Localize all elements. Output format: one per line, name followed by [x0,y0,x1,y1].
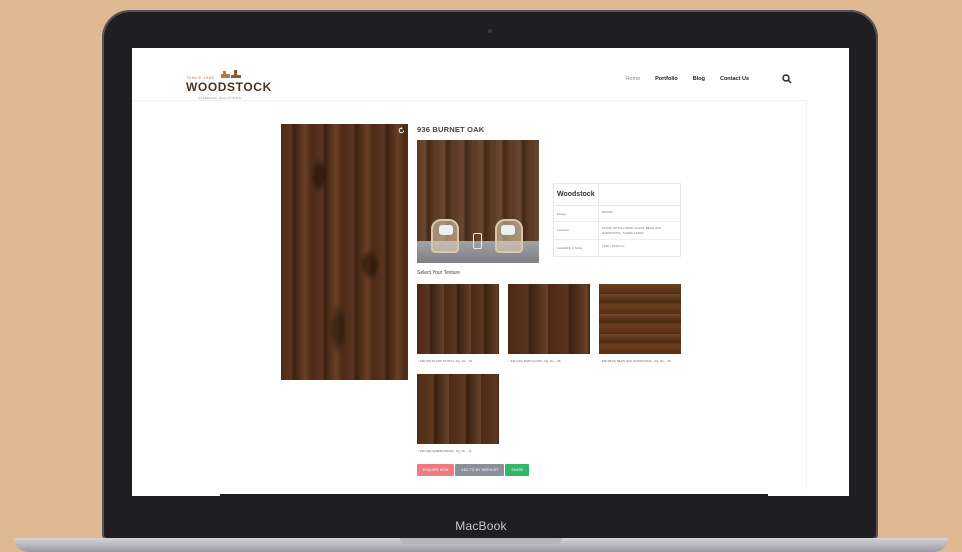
search-icon[interactable] [782,74,792,84]
spec-label: Availability & Sizes [554,240,599,256]
main-nav: Home Portfolio Blog Contact Us [625,76,749,82]
lantern [473,233,482,249]
rotate-icon[interactable] [398,127,405,134]
spec-header: Woodstock [554,184,680,206]
product-title: 936 BURNET OAK [417,125,485,134]
add-to-wishlist-button[interactable]: ADD TO MY WISHLIST [455,464,505,476]
content-divider [806,100,807,490]
logo-wordmark: WOODSTOCK [186,80,272,94]
texture-swatch-plank-stitch[interactable] [417,284,499,354]
room-preview-image[interactable] [417,140,539,263]
spec-label: Design [554,206,599,221]
spec-row: Design BRAND [554,206,680,222]
spec-value: 1220 x 2440 mm [602,244,625,248]
carpentry-tools-icon [221,70,241,78]
texture-caption[interactable]: 936 (HG) RAW GLOSS - Pg. No. : 28 [508,359,594,363]
texture-caption[interactable]: 936 (BHO) BEAN OAK HORIZONTAL - Pg. No. … [599,359,685,363]
spec-row: Features PLANK STITCH, DESK GLASS, BEAN … [554,222,680,240]
laptop-brand-label: MacBook [455,519,507,533]
nav-home[interactable]: Home [625,76,640,82]
action-buttons: ENQUIRE NOW ADD TO MY WISHLIST SHARE [417,464,530,476]
texture-caption[interactable]: 936 (SE) SUEDE FINISH - Pg. No. : 11 [417,449,503,453]
cushion-left [439,225,453,235]
texture-swatch-suede-finish[interactable] [417,374,499,444]
nav-portfolio[interactable]: Portfolio [655,76,678,82]
spec-brand: Woodstock [554,184,599,205]
nav-blog[interactable]: Blog [693,76,705,82]
nav-contact-us[interactable]: Contact Us [720,76,749,82]
spec-value: BRAND [602,210,613,214]
spec-label: Features [554,222,599,239]
footer-bar [220,494,768,496]
spec-value: PLANK STITCH, DESK GLASS, BEAN OAK HORIZ… [602,226,662,235]
share-button[interactable]: SHARE [505,464,530,476]
main-product-image[interactable] [281,124,408,380]
spec-table: Woodstock Design BRAND Features PLANK ST… [553,183,681,257]
spec-row: Availability & Sizes 1220 x 2440 mm [554,240,680,256]
header-divider [132,100,806,101]
texture-swatch-raw-gloss[interactable] [508,284,590,354]
cushion-right [501,225,515,235]
camera-dot [488,29,492,33]
texture-caption[interactable]: 936 (ST) PLANK STITCH - Pg. No. : 31 [417,359,503,363]
enquire-now-button[interactable]: ENQUIRE NOW [417,464,455,476]
select-texture-label: Select Your Texture [417,270,460,276]
laptop-notch [400,538,562,544]
browser-screen: SINCE 1985 WOODSTOCK INTERIOR SOLUTIONS … [132,48,849,496]
texture-swatch-bean-oak-horizontal[interactable] [599,284,681,354]
site-logo[interactable]: SINCE 1985 WOODSTOCK INTERIOR SOLUTIONS [184,68,271,104]
